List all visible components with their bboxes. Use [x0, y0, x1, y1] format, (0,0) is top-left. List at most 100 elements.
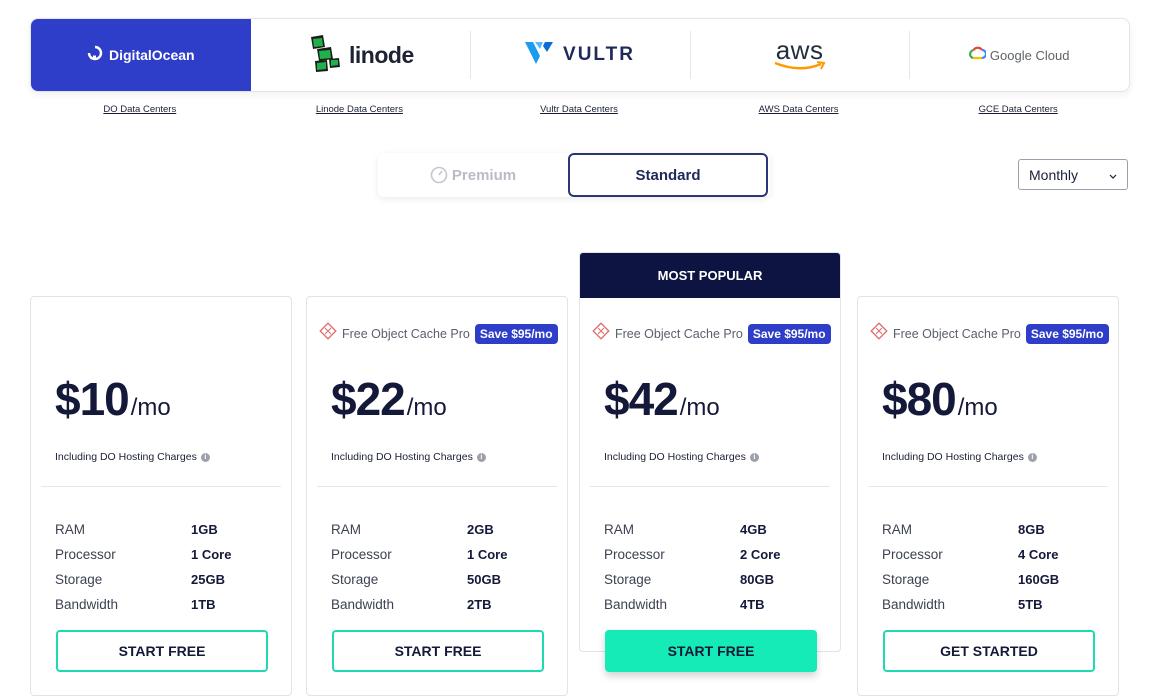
tier-premium-button[interactable]: Premium	[378, 153, 568, 197]
data-center-links: DO Data Centers Linode Data Centers Vult…	[30, 104, 1128, 115]
spec-row-ram: RAM 1GB	[55, 517, 275, 542]
spec-value: 1 Core	[467, 547, 508, 562]
spec-row-bandwidth: Bandwidth 1TB	[55, 592, 275, 617]
spec-list: RAM 8GB Processor 4 Core Storage 160GB Band…	[882, 517, 1102, 617]
info-icon[interactable]: i	[200, 452, 210, 462]
spec-value: 4GB	[740, 522, 767, 537]
save-badge: Save $95/mo	[1025, 323, 1109, 344]
info-icon[interactable]: i	[749, 452, 759, 462]
provider-tab-aws[interactable]: aws	[689, 19, 910, 91]
divider	[868, 486, 1108, 487]
hosting-note-text: Including DO Hosting Charges	[55, 451, 197, 463]
info-icon[interactable]: i	[476, 452, 486, 462]
aws-label: aws	[775, 35, 824, 65]
provider-tab-vultr[interactable]: VULTR	[470, 19, 690, 91]
provider-tab-google-cloud[interactable]: Google Cloud	[909, 19, 1129, 91]
start-free-button[interactable]: START FREE	[332, 630, 544, 672]
spec-label: Processor	[55, 547, 116, 562]
spec-value: 5TB	[1018, 597, 1043, 612]
spec-row-storage: Storage 80GB	[604, 567, 824, 592]
spec-row-bandwidth: Bandwidth 5TB	[882, 592, 1102, 617]
promo-line: Free Object Cache Pro Save $95/mo	[870, 322, 1109, 345]
spec-row-storage: Storage 160GB	[882, 567, 1102, 592]
spec-label: RAM	[882, 522, 912, 537]
promo-text: Free Object Cache Pro	[893, 326, 1021, 341]
spec-label: Storage	[604, 572, 652, 587]
price-amount: $10	[55, 373, 130, 425]
plan-card: $10 /mo Including DO Hosting Charges i R…	[30, 296, 292, 696]
link-aws-data-centers[interactable]: AWS Data Centers	[689, 104, 909, 115]
chevron-down-icon	[1108, 168, 1118, 184]
spec-label: Processor	[604, 547, 665, 562]
provider-tab-digitalocean[interactable]: DigitalOcean	[31, 19, 251, 91]
promo-text: Free Object Cache Pro	[342, 326, 470, 341]
info-icon[interactable]: i	[1027, 452, 1037, 462]
most-popular-ribbon: MOST POPULAR	[580, 253, 840, 298]
plan-price: $80 /mo	[882, 372, 998, 426]
spec-value: 25GB	[191, 572, 225, 587]
spec-value: 2TB	[467, 597, 492, 612]
aws-logo-icon: aws	[773, 35, 827, 71]
get-started-button[interactable]: GET STARTED	[883, 630, 1095, 672]
spec-row-processor: Processor 2 Core	[604, 542, 824, 567]
object-cache-icon	[870, 322, 888, 345]
start-free-button[interactable]: START FREE	[56, 630, 268, 672]
spec-row-bandwidth: Bandwidth 2TB	[331, 592, 551, 617]
plan-price: $42 /mo	[604, 372, 720, 426]
spec-value: 1TB	[191, 597, 216, 612]
tier-standard-button[interactable]: Standard	[568, 153, 768, 197]
divider	[317, 486, 557, 487]
spec-label: Processor	[882, 547, 943, 562]
spec-label: Bandwidth	[604, 597, 668, 612]
plan-price: $22 /mo	[331, 372, 447, 426]
spec-value: 80GB	[740, 572, 774, 587]
divider	[590, 486, 830, 487]
hosting-note-text: Including DO Hosting Charges	[331, 451, 473, 463]
spec-list: RAM 4GB Processor 2 Core Storage 80GB Bandw…	[604, 517, 824, 617]
spec-row-ram: RAM 8GB	[882, 517, 1102, 542]
spec-label: Bandwidth	[55, 597, 119, 612]
hosting-note-text: Including DO Hosting Charges	[604, 451, 746, 463]
spec-row-processor: Processor 1 Core	[55, 542, 275, 567]
spec-value: 4 Core	[1018, 547, 1059, 562]
spec-row-processor: Processor 4 Core	[882, 542, 1102, 567]
link-vultr-data-centers[interactable]: Vultr Data Centers	[469, 104, 689, 115]
billing-period-select[interactable]: Monthly	[1018, 159, 1128, 190]
promo-text: Free Object Cache Pro	[615, 326, 743, 341]
save-badge: Save $95/mo	[747, 323, 831, 344]
digitalocean-label: DigitalOcean	[109, 47, 195, 63]
link-do-data-centers[interactable]: DO Data Centers	[30, 104, 250, 115]
google-cloud-logo-icon	[968, 46, 988, 65]
object-cache-icon	[319, 322, 337, 345]
object-cache-icon	[592, 322, 610, 345]
provider-tabs: DigitalOcean linode VULTR aws Google Clo…	[30, 18, 1130, 92]
promo-line: Free Object Cache Pro Save $95/mo	[592, 322, 831, 345]
price-unit: /mo	[406, 394, 447, 421]
price-unit: /mo	[957, 394, 998, 421]
tier-premium-label: Premium	[451, 166, 517, 184]
plan-card: Free Object Cache Pro Save $95/mo $80 /m…	[857, 296, 1119, 696]
spec-label: RAM	[55, 522, 85, 537]
plan-card-popular: MOST POPULAR Free Object Cache Pro Save …	[579, 252, 841, 672]
divider	[41, 486, 281, 487]
spec-value: 1GB	[191, 522, 218, 537]
spec-list: RAM 2GB Processor 1 Core Storage 50GB Bandw…	[331, 517, 551, 617]
linode-logo-icon	[307, 33, 343, 78]
hosting-note-text: Including DO Hosting Charges	[882, 451, 1024, 463]
link-linode-data-centers[interactable]: Linode Data Centers	[250, 104, 470, 115]
spec-label: RAM	[331, 522, 361, 537]
save-badge: Save $95/mo	[474, 323, 558, 344]
promo-line: Free Object Cache Pro Save $95/mo	[319, 322, 558, 345]
link-gce-data-centers[interactable]: GCE Data Centers	[908, 104, 1128, 115]
plan-card: Free Object Cache Pro Save $95/mo $22 /m…	[306, 296, 568, 696]
spec-label: RAM	[604, 522, 634, 537]
provider-tab-linode[interactable]: linode	[251, 19, 471, 91]
spec-row-storage: Storage 25GB	[55, 567, 275, 592]
start-free-button[interactable]: START FREE	[605, 630, 817, 672]
price-amount: $80	[882, 373, 957, 425]
spec-list: RAM 1GB Processor 1 Core Storage 25GB Bandw…	[55, 517, 275, 617]
price-amount: $42	[604, 373, 679, 425]
speedometer-icon	[430, 166, 448, 184]
spec-label: Storage	[55, 572, 103, 587]
linode-label: linode	[349, 41, 414, 68]
